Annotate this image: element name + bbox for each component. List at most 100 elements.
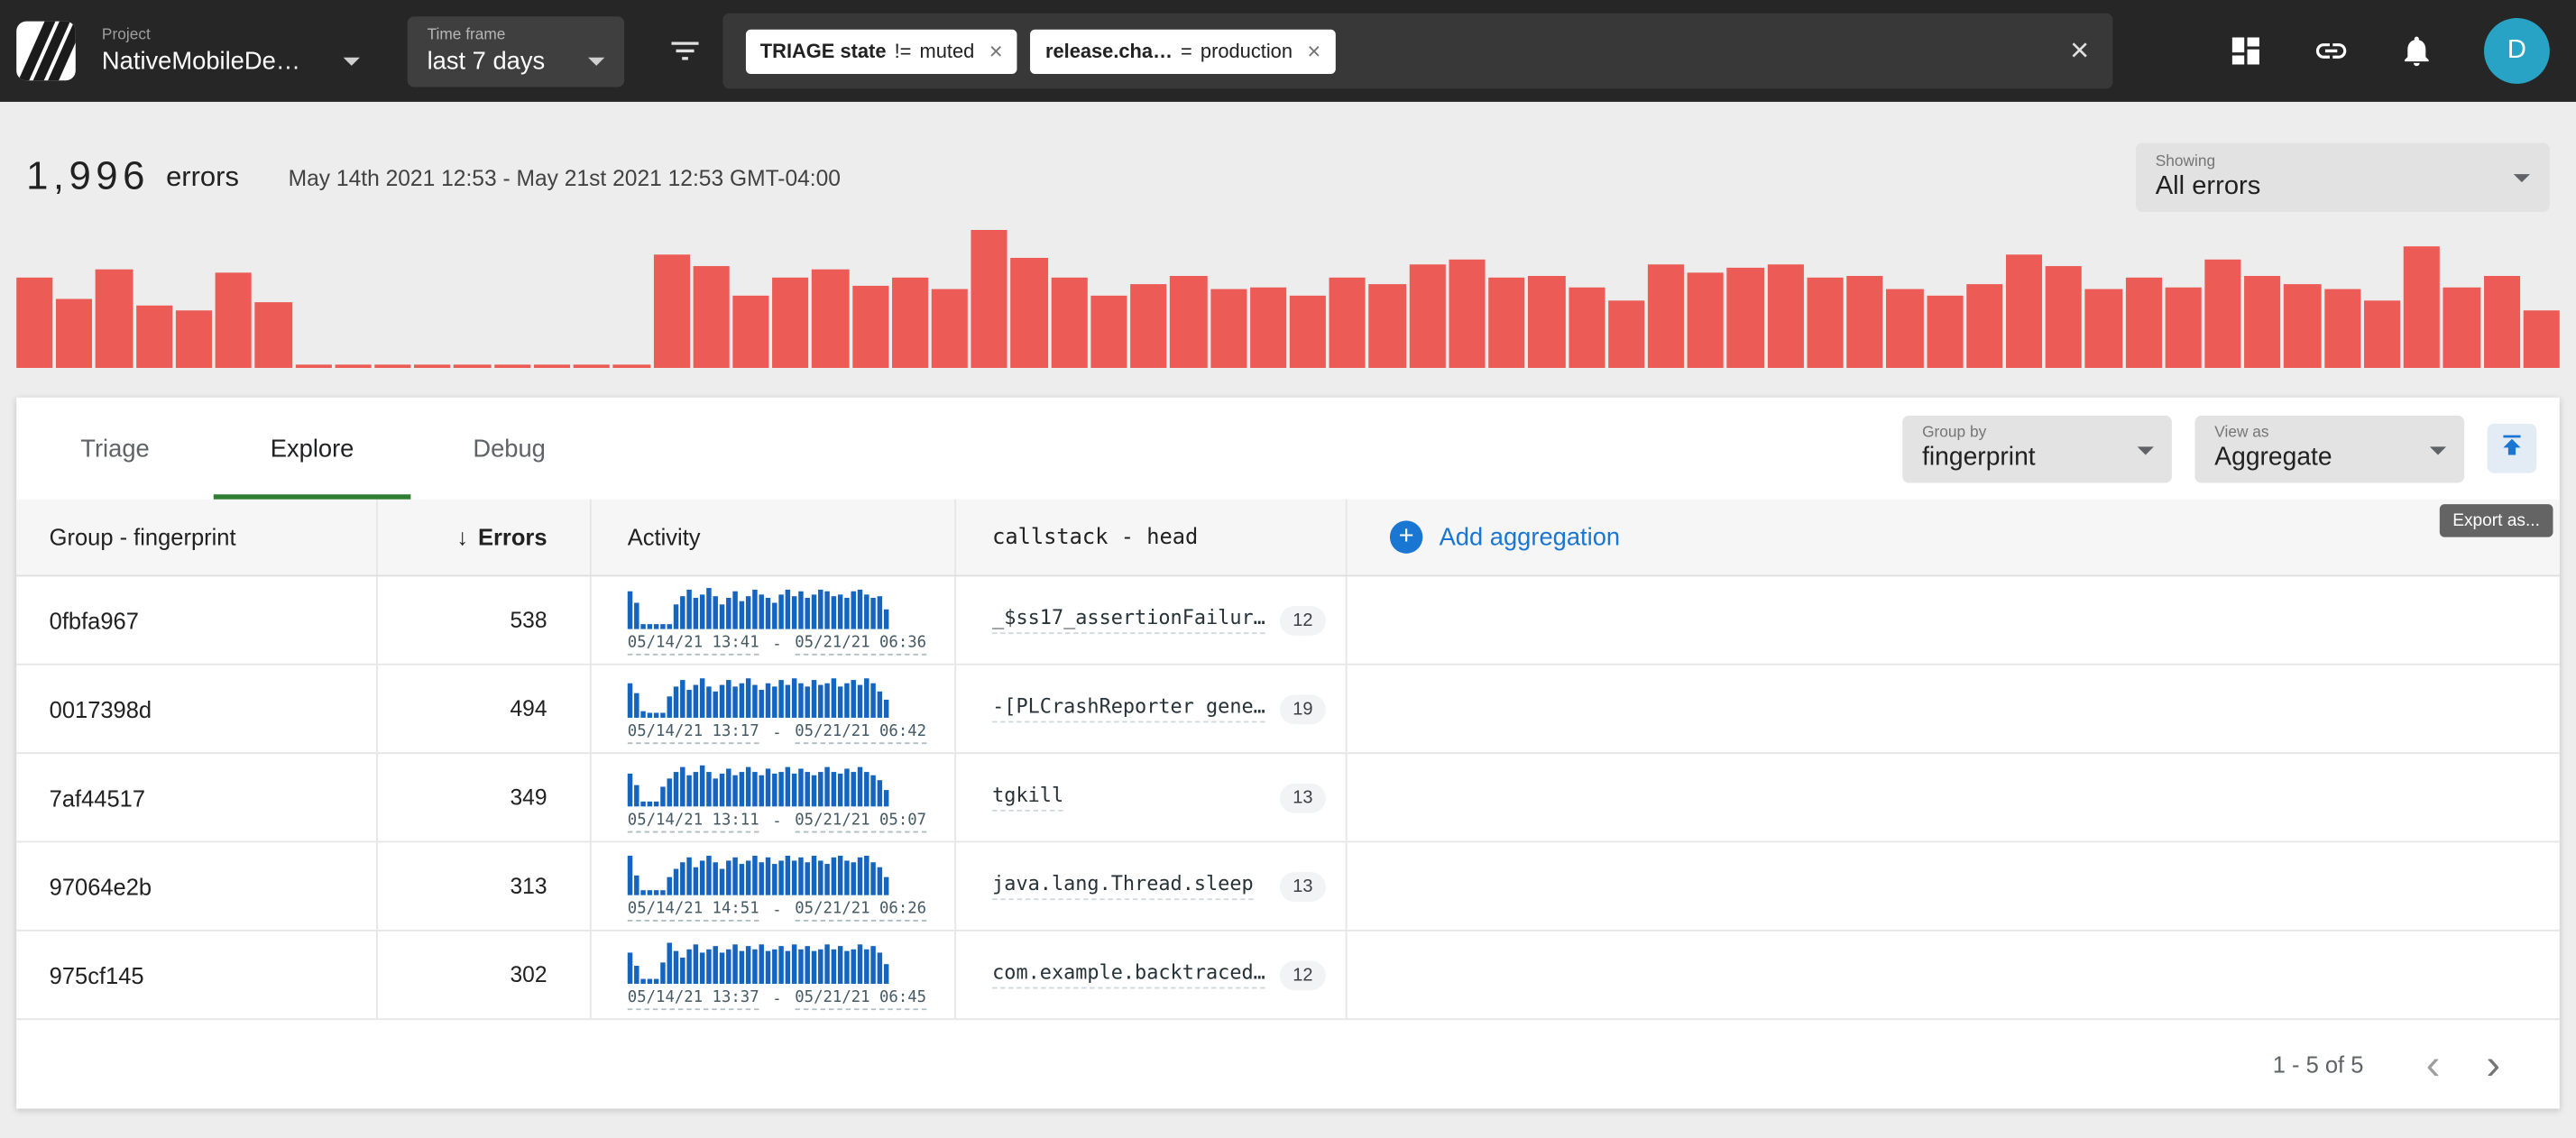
activity-sparkline [628,763,889,805]
filter-list-icon[interactable] [667,32,703,69]
callstack-cell: tgkill 13 [956,754,1348,841]
fingerprint-cell[interactable]: 0017398d [16,665,378,753]
tab-triage[interactable]: Triage [16,398,214,500]
errors-cell: 302 [378,932,592,1019]
error-count: 1,996 [26,154,150,200]
activity-dates: 05/14/21 13:41 - 05/21/21 06:36 [628,633,926,655]
project-value: NativeMobileDe… [102,48,300,76]
callstack-head[interactable]: _$ss17_assertionFailur… [992,606,1265,634]
fingerprint-cell[interactable]: 0fbfa967 [16,576,378,664]
column-header-callstack[interactable]: callstack - head [956,500,1348,575]
callstack-count-badge[interactable]: 19 [1280,694,1326,724]
empty-cell [1348,754,2560,841]
chevron-down-icon [588,57,604,65]
view-as-select[interactable]: View as Aggregate [2194,415,2464,482]
backtrace-logo[interactable] [16,22,76,81]
activity-dates: 05/14/21 13:11 - 05/21/21 05:07 [628,811,926,832]
callstack-head[interactable]: java.lang.Thread.sleep [992,872,1254,900]
export-button[interactable] [2488,424,2537,473]
activity-cell: 05/14/21 13:17 - 05/21/21 06:42 [592,665,956,753]
table-row[interactable]: 975cf145 302 05/14/21 13:37 - 05/21/21 0… [16,932,2560,1020]
fingerprint-cell[interactable]: 975cf145 [16,932,378,1019]
empty-cell [1348,576,2560,664]
activity-end-date: 05/21/21 05:07 [795,811,926,832]
pagination-next-icon[interactable]: › [2486,1047,2500,1081]
tab-explore[interactable]: Explore [214,398,411,500]
column-header-fingerprint[interactable]: Group - fingerprint [16,500,378,575]
showing-select[interactable]: Showing All errors [2136,142,2550,212]
group-by-select[interactable]: Group by fingerprint [1902,415,2172,482]
callstack-cell: -[PLCrashReporter gene… 19 [956,665,1348,753]
activity-start-date: 05/14/21 14:51 [628,899,759,921]
date-separator: - [772,723,781,741]
date-separator: - [772,812,781,831]
filter-bar[interactable]: TRIAGE state != muted × release.cha… = p… [722,14,2112,89]
add-aggregation-label: Add aggregation [1440,523,1621,551]
filter-chip[interactable]: release.cha… = production × [1031,29,1336,73]
activity-start-date: 05/14/21 13:11 [628,811,759,832]
link-icon[interactable] [2314,32,2350,69]
activity-end-date: 05/21/21 06:26 [795,899,926,921]
timeframe-label: Time frame [428,25,604,43]
callstack-head[interactable]: tgkill [992,784,1063,812]
activity-end-date: 05/21/21 06:42 [795,722,926,744]
group-by-label: Group by [1922,423,2116,441]
column-header-errors[interactable]: ↓ Errors [378,500,592,575]
remove-filter-icon[interactable]: × [989,38,1003,64]
filter-chip[interactable]: TRIAGE state != muted × [745,29,1017,73]
table-row[interactable]: 7af44517 349 05/14/21 13:11 - 05/21/21 0… [16,754,2560,842]
project-label: Project [102,26,364,44]
filter-chip-op: = [1181,40,1192,63]
date-separator: - [772,635,781,653]
showing-value: All errors [2156,172,2530,202]
add-aggregation-cell: + Add aggregation [1348,500,2560,575]
activity-sparkline [628,851,889,894]
activity-start-date: 05/14/21 13:41 [628,633,759,655]
callstack-head[interactable]: -[PLCrashReporter gene… [992,694,1265,722]
fingerprint-cell[interactable]: 97064e2b [16,842,378,930]
activity-sparkline [628,941,889,983]
table-row[interactable]: 97064e2b 313 05/14/21 14:51 - 05/21/21 0… [16,842,2560,931]
panel-controls: Group by fingerprint View as Aggregate [1902,398,2560,500]
activity-cell: 05/14/21 14:51 - 05/21/21 06:26 [592,842,956,930]
activity-start-date: 05/14/21 13:17 [628,722,759,744]
tabs-row: Triage Explore Debug Group by fingerprin… [16,398,2560,500]
errors-histogram[interactable] [16,224,2560,368]
export-tooltip: Export as... [2440,504,2553,537]
dashboard-icon[interactable] [2228,32,2264,69]
chevron-down-icon [343,58,359,66]
add-aggregation-button[interactable]: + Add aggregation [1390,520,1620,553]
callstack-count-badge[interactable]: 12 [1280,605,1326,635]
chevron-down-icon [2514,174,2530,182]
callstack-count-badge[interactable]: 12 [1280,960,1326,990]
bell-icon[interactable] [2398,32,2434,69]
avatar[interactable]: D [2484,18,2550,84]
activity-cell: 05/14/21 13:11 - 05/21/21 05:07 [592,754,956,841]
tab-debug[interactable]: Debug [410,398,608,500]
fingerprint-cell[interactable]: 7af44517 [16,754,378,841]
callstack-count-badge[interactable]: 13 [1280,783,1326,812]
project-selector[interactable]: Project NativeMobileDe… [102,26,364,76]
callstack-cell: java.lang.Thread.sleep 13 [956,842,1348,930]
activity-cell: 05/14/21 13:41 - 05/21/21 06:36 [592,576,956,664]
remove-filter-icon[interactable]: × [1307,38,1320,64]
errors-cell: 494 [378,665,592,753]
column-header-activity[interactable]: Activity [592,500,956,575]
sort-desc-icon: ↓ [456,524,468,550]
callstack-count-badge[interactable]: 13 [1280,871,1326,901]
callstack-cell: com.example.backtraced… 12 [956,932,1348,1019]
showing-label: Showing [2156,152,2530,170]
pagination-prev-icon[interactable]: ‹ [2426,1047,2441,1081]
error-count-unit: errors [166,161,239,194]
date-separator: - [772,901,781,919]
callstack-head[interactable]: com.example.backtraced… [992,961,1265,989]
explore-panel: Triage Explore Debug Group by fingerprin… [16,398,2560,1109]
errors-cell: 349 [378,754,592,841]
timeframe-selector[interactable]: Time frame last 7 days [408,15,624,86]
chevron-down-icon [2138,446,2154,454]
clear-filters-icon[interactable]: × [2070,34,2089,67]
activity-sparkline [628,585,889,628]
filter-chip-op: != [895,40,912,63]
table-row[interactable]: 0017398d 494 05/14/21 13:17 - 05/21/21 0… [16,665,2560,754]
table-row[interactable]: 0fbfa967 538 05/14/21 13:41 - 05/21/21 0… [16,576,2560,665]
